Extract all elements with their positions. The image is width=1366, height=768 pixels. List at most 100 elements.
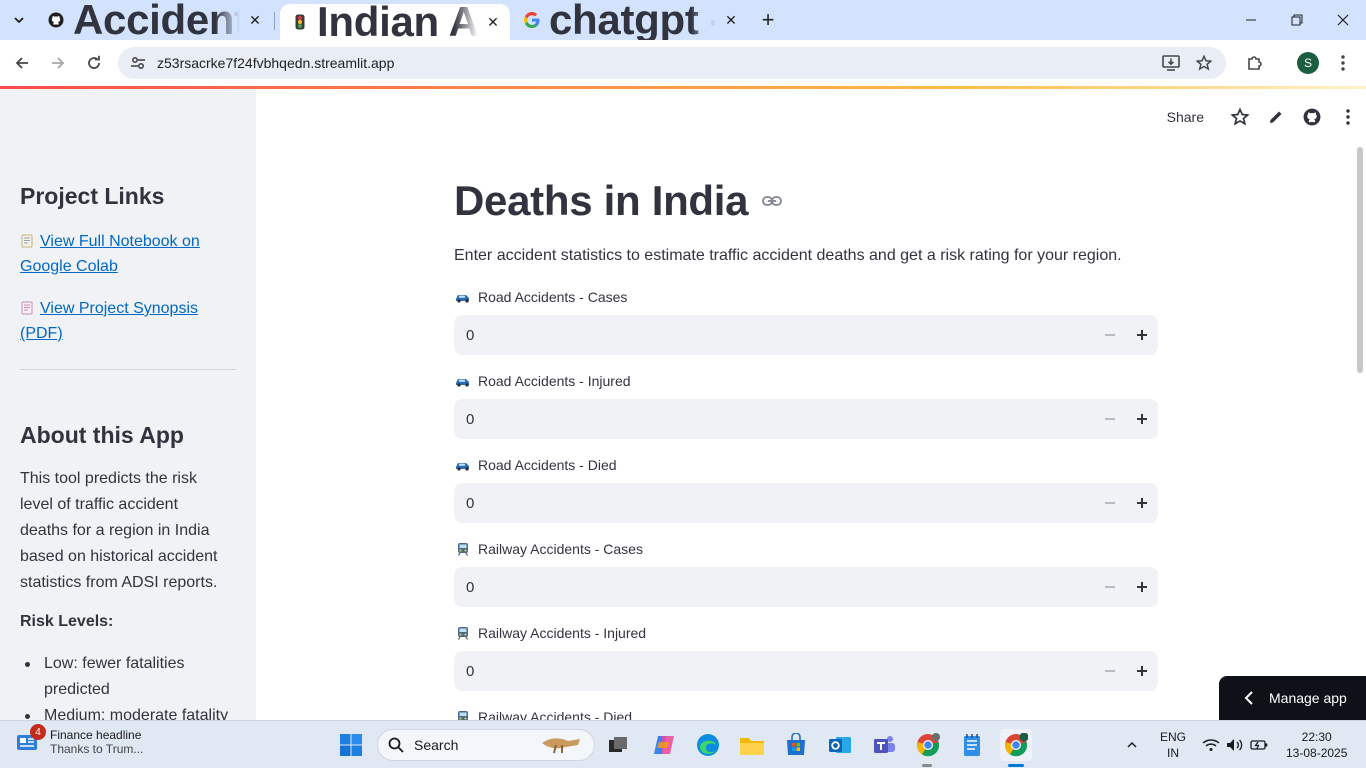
colab-link-label: View Full Notebook on Google Colab xyxy=(20,233,200,275)
manage-app-label: Manage app xyxy=(1269,690,1347,706)
field-label-text: Railway Accidents - Cases xyxy=(478,541,643,557)
close-tab-icon[interactable]: ✕ xyxy=(484,13,502,31)
decrement-button[interactable] xyxy=(1094,315,1126,355)
input-value[interactable]: 0 xyxy=(454,663,1094,680)
road-cases-input[interactable]: 0 xyxy=(454,315,1158,355)
back-button[interactable] xyxy=(7,48,37,78)
train-icon xyxy=(454,542,472,556)
forward-button[interactable] xyxy=(43,48,73,78)
browser-tab-streamlit-active[interactable]: Indian Accident Risk Predictor · Streaml… xyxy=(280,0,510,45)
close-tab-icon[interactable]: ✕ xyxy=(722,11,740,29)
field-label: Railway Accidents - Died xyxy=(454,708,1158,720)
edit-pencil-icon[interactable] xyxy=(1258,105,1294,129)
increment-button[interactable] xyxy=(1126,399,1158,439)
github-icon xyxy=(48,12,64,28)
colab-notebook-link[interactable]: View Full Notebook on Google Colab xyxy=(20,229,236,279)
language-indicator[interactable]: ENG IN xyxy=(1160,721,1186,768)
region-code: IN xyxy=(1167,746,1179,760)
favorite-star-icon[interactable] xyxy=(1222,105,1258,129)
chrome-active-icon[interactable] xyxy=(1000,729,1032,761)
browser-menu-button[interactable] xyxy=(1328,48,1358,78)
increment-button[interactable] xyxy=(1126,315,1158,355)
clock[interactable]: 22:30 13-08-2025 xyxy=(1286,721,1347,768)
tab-title: Accidental--death-india-ml-/sa xyxy=(73,0,240,43)
page-title-text: Deaths in India xyxy=(454,177,749,224)
extensions-button[interactable] xyxy=(1240,48,1270,78)
show-hidden-icons-button[interactable] xyxy=(1126,721,1138,768)
app-menu-kebab-icon[interactable] xyxy=(1330,105,1366,129)
decrement-button[interactable] xyxy=(1094,399,1126,439)
input-value[interactable]: 0 xyxy=(454,579,1094,596)
increment-button[interactable] xyxy=(1126,483,1158,523)
clock-time: 22:30 xyxy=(1301,730,1332,744)
edge-browser-icon[interactable] xyxy=(692,729,724,761)
sidebar-divider xyxy=(20,369,236,370)
tab-search-button[interactable] xyxy=(6,8,32,32)
decrement-button[interactable] xyxy=(1094,567,1126,607)
windows-taskbar: 4 Finance headline Thanks to Trum... Sea… xyxy=(0,720,1366,768)
back-arrow-icon xyxy=(15,57,28,69)
bookmark-star-button[interactable] xyxy=(1189,48,1219,78)
close-window-button[interactable] xyxy=(1320,0,1366,40)
restore-icon xyxy=(1291,14,1303,26)
train-icon xyxy=(454,710,472,720)
microsoft-store-icon[interactable] xyxy=(780,729,812,761)
install-app-button[interactable] xyxy=(1156,48,1186,78)
sidebar: Project Links View Full Notebook on Goog… xyxy=(0,89,256,720)
site-info-icon[interactable] xyxy=(120,55,156,71)
chevron-down-icon xyxy=(14,17,24,24)
field-label-text: Road Accidents - Injured xyxy=(478,373,631,389)
increment-button[interactable] xyxy=(1126,567,1158,607)
install-icon xyxy=(1162,55,1180,71)
new-tab-button[interactable]: + xyxy=(756,7,780,32)
risk-levels-heading: Risk Levels: xyxy=(20,613,114,630)
manage-app-button[interactable]: Manage app xyxy=(1219,676,1366,720)
close-tab-icon[interactable]: ✕ xyxy=(246,11,264,29)
url-text: z53rsacrke7f24fvbhqedn.streamlit.app xyxy=(157,55,395,71)
notebook-icon xyxy=(20,231,34,248)
network-volume-battery[interactable] xyxy=(1202,721,1268,768)
railway-cases-input[interactable]: 0 xyxy=(454,567,1158,607)
synopsis-link-label: View Project Synopsis (PDF) xyxy=(20,300,198,342)
chrome-profile-icon[interactable] xyxy=(912,729,944,761)
restore-window-button[interactable] xyxy=(1274,0,1320,40)
decrement-button[interactable] xyxy=(1094,483,1126,523)
page-title: Deaths in India xyxy=(454,177,1158,225)
news-title: Finance headline xyxy=(50,728,142,742)
tab-separator xyxy=(274,12,275,30)
input-value[interactable]: 0 xyxy=(454,495,1094,512)
field-label-text: Road Accidents - Died xyxy=(478,457,617,473)
profile-avatar[interactable]: S xyxy=(1297,52,1319,74)
link-anchor-icon[interactable] xyxy=(762,195,783,207)
task-view-icon[interactable] xyxy=(602,729,634,761)
file-explorer-icon[interactable] xyxy=(736,729,768,761)
number-input-road-cases: Road Accidents - Cases 0 xyxy=(454,288,1158,355)
increment-button[interactable] xyxy=(1126,651,1158,691)
browser-tab-google[interactable]: chatgpt - Google Search ✕ xyxy=(516,0,748,43)
widgets-news-button[interactable]: 4 Finance headline Thanks to Trum... xyxy=(16,724,144,756)
input-value[interactable]: 0 xyxy=(454,411,1094,428)
github-icon[interactable] xyxy=(1294,105,1330,129)
taskbar-search-box[interactable]: Search xyxy=(377,729,595,761)
address-bar[interactable]: z53rsacrke7f24fvbhqedn.streamlit.app xyxy=(118,47,1226,79)
road-died-input[interactable]: 0 xyxy=(454,483,1158,523)
outlook-icon[interactable] xyxy=(824,729,856,761)
teams-icon[interactable] xyxy=(868,729,900,761)
road-injured-input[interactable]: 0 xyxy=(454,399,1158,439)
browser-tab-github[interactable]: Accidental--death-india-ml-/sa ✕ xyxy=(40,0,272,43)
copilot-icon[interactable] xyxy=(648,729,680,761)
minimize-window-button[interactable] xyxy=(1228,0,1274,40)
railway-injured-input[interactable]: 0 xyxy=(454,651,1158,691)
news-subtitle: Thanks to Trum... xyxy=(50,742,144,756)
traffic-light-icon xyxy=(292,14,308,30)
input-value[interactable]: 0 xyxy=(454,327,1094,344)
notepad-icon[interactable] xyxy=(956,729,988,761)
windows-start-button[interactable] xyxy=(335,729,367,761)
synopsis-pdf-link[interactable]: View Project Synopsis (PDF) xyxy=(20,296,236,346)
app-description: Enter accident statistics to estimate tr… xyxy=(454,247,1122,264)
reload-button[interactable] xyxy=(79,48,109,78)
page-scrollbar[interactable] xyxy=(1357,147,1363,373)
share-button[interactable]: Share xyxy=(1167,109,1204,125)
wifi-icon xyxy=(1202,739,1220,751)
decrement-button[interactable] xyxy=(1094,651,1126,691)
